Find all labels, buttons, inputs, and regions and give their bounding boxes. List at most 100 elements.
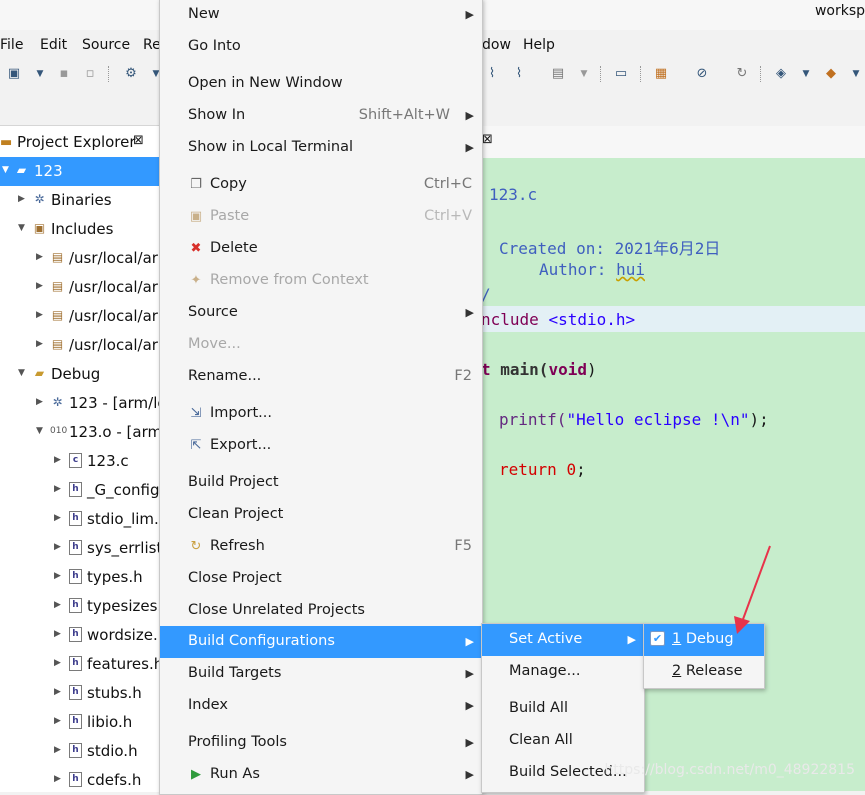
chevron-right-icon[interactable]: ▶	[54, 716, 61, 726]
chevron-right-icon[interactable]: ▶	[36, 310, 43, 320]
chevron-right-icon[interactable]: ▶	[54, 513, 61, 523]
menu-item-close-project[interactable]: Close Project	[160, 563, 482, 595]
menu-item-go-into[interactable]: Go Into	[160, 31, 482, 63]
terminal-icon[interactable]: ▭	[613, 66, 629, 82]
tree-item-header[interactable]: ▶ h stubs.h	[0, 679, 160, 708]
menu-item-set-active[interactable]: Set Active ▶	[482, 624, 644, 656]
tree-item-label: stdio_lim.h	[87, 510, 160, 528]
tree-item-header[interactable]: ▶ h wordsize.h	[0, 621, 160, 650]
grid-icon[interactable]: ▦	[653, 66, 669, 82]
chevron-right-icon[interactable]: ▶	[54, 658, 61, 668]
menu-item-label: Close Project	[188, 570, 282, 586]
chevron-right-icon[interactable]: ▶	[54, 745, 61, 755]
save-icon[interactable]: ▪	[56, 66, 72, 82]
tree-item-header[interactable]: ▶ h libio.h	[0, 708, 160, 737]
tree-item-includes[interactable]: ▼ ▣ Includes	[0, 215, 160, 244]
chevron-down-icon[interactable]: ▼	[36, 426, 43, 436]
chevron-right-icon[interactable]: ▶	[54, 542, 61, 552]
tree-item-c-file[interactable]: ▶ c 123.c	[0, 447, 160, 476]
chevron-down-icon[interactable]: ▼	[18, 368, 25, 378]
chevron-right-icon[interactable]: ▶	[54, 629, 61, 639]
tree-item-header[interactable]: ▶ h stdio_lim.h	[0, 505, 160, 534]
menu-item-label: Build All	[509, 700, 568, 716]
tree-item-object-file[interactable]: ▼ 010 123.o - [arm/l	[0, 418, 160, 447]
menu-item-show-in[interactable]: Show In Shift+Alt+W ▶	[160, 100, 482, 132]
tree-item-header[interactable]: ▶ h sys_errlist	[0, 534, 160, 563]
tree-item-include-path[interactable]: ▶ ▤ /usr/local/arr	[0, 244, 160, 273]
build-icon[interactable]: ⚙	[123, 66, 139, 82]
menu-item-build-targets[interactable]: Build Targets ▶	[160, 658, 482, 690]
menu-item-clean-project[interactable]: Clean Project	[160, 499, 482, 531]
code-line: return 0;	[499, 460, 586, 479]
menu-item-build-project[interactable]: Build Project	[160, 467, 482, 499]
tree-item-123[interactable]: ▼ ▰ 123	[0, 157, 160, 186]
toolbar-nav-icon[interactable]: ⌇	[484, 66, 500, 82]
chevron-right-icon[interactable]: ▶	[54, 571, 61, 581]
chevron-down-icon[interactable]: ▼	[2, 165, 9, 175]
menu-item-show-local-terminal[interactable]: Show in Local Terminal ▶	[160, 132, 482, 164]
menu-item-build-all[interactable]: Build All	[482, 693, 644, 725]
menu-item-new[interactable]: New ▶	[160, 0, 482, 31]
menu-item-run-as[interactable]: ▶ Run As ▶	[160, 759, 482, 791]
menu-item-open-new-window[interactable]: Open in New Window	[160, 68, 482, 100]
menu-item-index[interactable]: Index ▶	[160, 690, 482, 722]
toolbar-nav2-icon[interactable]: ⌇	[511, 66, 527, 82]
chevron-down-icon[interactable]: ▼	[576, 66, 592, 82]
menu-source[interactable]: Source	[82, 37, 130, 53]
menu-file[interactable]: File	[0, 37, 23, 53]
menu-edit[interactable]: Edit	[40, 37, 67, 53]
menu-item-import[interactable]: ⇲ Import...	[160, 398, 482, 430]
save-all-icon[interactable]: ▫	[82, 66, 98, 82]
tree-item-header[interactable]: ▶ h _G_config.	[0, 476, 160, 505]
menu-item-profiling-tools[interactable]: Profiling Tools ▶	[160, 727, 482, 759]
include-folder-icon: ▤	[51, 250, 64, 264]
chevron-right-icon[interactable]: ▶	[36, 397, 43, 407]
tree-item-header[interactable]: ▶ h features.h	[0, 650, 160, 679]
close-icon[interactable]: ⊠	[133, 133, 144, 148]
tree-item-header[interactable]: ▶ h typesizes.h	[0, 592, 160, 621]
menu-item-build-configurations[interactable]: Build Configurations ▶	[160, 626, 482, 658]
tree-item-include-path[interactable]: ▶ ▤ /usr/local/arr	[0, 302, 160, 331]
toolbar-separator	[600, 66, 602, 82]
tree-item-header[interactable]: ▶ h types.h	[0, 563, 160, 592]
menu-item-copy[interactable]: ❐ Copy Ctrl+C	[160, 169, 482, 201]
refresh-icon[interactable]: ↻	[734, 66, 750, 82]
menu-item-source[interactable]: Source ▶	[160, 297, 482, 329]
menu-item-delete[interactable]: ✖ Delete	[160, 233, 482, 265]
menu-item-rename[interactable]: Rename... F2	[160, 361, 482, 393]
tree-item-header[interactable]: ▶ h stdio.h	[0, 737, 160, 766]
chevron-down-icon[interactable]: ▼	[18, 223, 25, 233]
chevron-right-icon[interactable]: ▶	[54, 455, 61, 465]
new-wizard-icon[interactable]: ▣	[6, 66, 22, 82]
chevron-down-icon[interactable]: ▼	[798, 66, 814, 82]
pin-icon[interactable]: ⊘	[694, 66, 710, 82]
menu-item-manage[interactable]: Manage...	[482, 656, 644, 688]
chevron-right-icon[interactable]: ▶	[18, 194, 25, 204]
toolbar-history-icon[interactable]: ▤	[550, 66, 566, 82]
chevron-right-icon[interactable]: ▶	[36, 281, 43, 291]
chevron-down-icon[interactable]: ▼	[848, 66, 864, 82]
close-icon[interactable]: ⊠	[482, 132, 493, 147]
tree-item-binary[interactable]: ▶ ✲ 123 - [arm/le]	[0, 389, 160, 418]
chevron-right-icon[interactable]: ▶	[54, 600, 61, 610]
tree-item-include-path[interactable]: ▶ ▤ /usr/local/arr	[0, 331, 160, 360]
menu-window[interactable]: dow	[482, 37, 511, 53]
chevron-right-icon[interactable]: ▶	[54, 687, 61, 697]
menu-item-export[interactable]: ⇱ Export...	[160, 430, 482, 462]
tree-item-binaries[interactable]: ▶ ✲ Binaries	[0, 186, 160, 215]
chevron-right-icon[interactable]: ▶	[54, 774, 61, 784]
chevron-right-icon[interactable]: ▶	[36, 252, 43, 262]
chevron-right-icon[interactable]: ▶	[54, 484, 61, 494]
menu-item-refresh[interactable]: ↻ Refresh F5	[160, 531, 482, 563]
chevron-right-icon[interactable]: ▶	[36, 339, 43, 349]
run-icon: ▶	[191, 767, 201, 782]
menu-item-release[interactable]: 2 Release	[644, 656, 764, 688]
new-folder-icon[interactable]: ◆	[823, 66, 839, 82]
new-class-icon[interactable]: ◈	[773, 66, 789, 82]
tree-item-debug[interactable]: ▼ ▰ Debug	[0, 360, 160, 389]
menu-help[interactable]: Help	[523, 37, 555, 53]
menu-item-close-unrelated-projects[interactable]: Close Unrelated Projects	[160, 595, 482, 627]
menu-item-clean-all[interactable]: Clean All	[482, 725, 644, 757]
chevron-down-icon[interactable]: ▼	[32, 66, 48, 82]
tree-item-include-path[interactable]: ▶ ▤ /usr/local/arr	[0, 273, 160, 302]
